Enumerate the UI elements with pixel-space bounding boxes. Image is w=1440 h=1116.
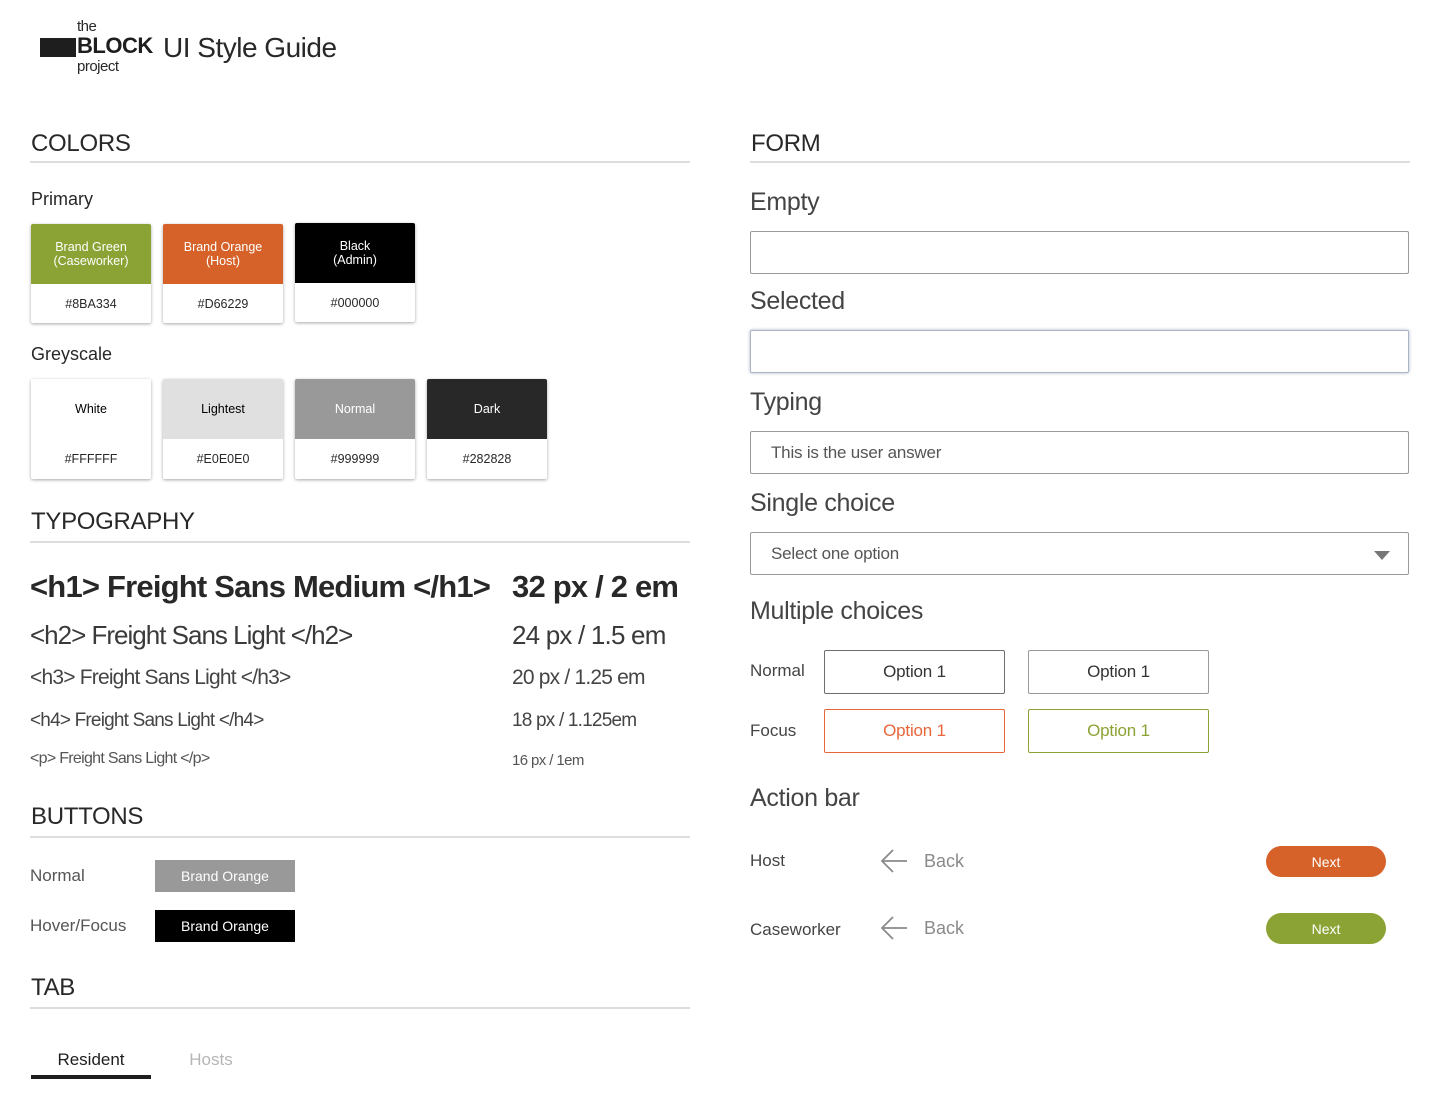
color-card-brand-orange: Brand Orange (Host) #D66229 [163, 224, 283, 323]
typo-h4-size: 18 px / 1.125em [512, 710, 637, 731]
color-swatch: Black (Admin) [295, 223, 415, 283]
colors-heading: COLORS [31, 130, 131, 157]
color-code: #999999 [330, 452, 380, 466]
typo-p-size: 16 px / 1em [512, 752, 584, 769]
typo-h3-sample: <h3> Freight Sans Light </h3> [30, 666, 291, 689]
normal-row-label: Normal [750, 661, 805, 680]
color-swatch: Brand Orange (Host) [163, 224, 283, 284]
typo-h2-size: 24 px / 1.5 em [512, 620, 666, 650]
typo-h4-sample: <h4> Freight Sans Light </h4> [30, 710, 264, 731]
color-code: #D66229 [197, 296, 249, 311]
typing-label: Typing [750, 388, 822, 416]
form-heading: FORM [751, 130, 821, 157]
color-swatch: Dark [427, 379, 547, 439]
host-next-button[interactable]: Next [1266, 846, 1386, 877]
typo-p-sample: <p> Freight Sans Light </p> [30, 750, 210, 767]
caseworker-next-button[interactable]: Next [1266, 913, 1386, 944]
single-choice-placeholder: Select one option [771, 544, 899, 563]
color-swatch: White [31, 379, 151, 439]
color-card-white: White #FFFFFF [31, 379, 151, 479]
button-hover-label: Hover/Focus [30, 916, 127, 935]
multiple-choices-label: Multiple choices [750, 597, 924, 625]
logo-bar [40, 38, 76, 57]
color-code: #E0E0E0 [196, 452, 250, 466]
back-label: Back [924, 850, 965, 871]
typing-input-value: This is the user answer [771, 443, 942, 462]
color-card-black: Black (Admin) #000000 [295, 223, 415, 322]
colors-divider [30, 161, 690, 163]
tab-resident[interactable]: Resident [31, 1050, 151, 1070]
typography-heading: TYPOGRAPHY [31, 508, 195, 535]
selected-label: Selected [750, 287, 845, 315]
logo-block: BLOCK [77, 33, 153, 58]
color-swatch: Brand Green (Caseworker) [31, 224, 151, 284]
tab-divider [30, 1007, 690, 1009]
chevron-down-icon [1374, 551, 1390, 560]
empty-input[interactable] [750, 231, 1409, 274]
color-code: #8BA334 [65, 296, 117, 311]
color-card-normal: Normal #999999 [295, 379, 415, 479]
primary-heading: Primary [31, 189, 93, 209]
color-card-lightest: Lightest #E0E0E0 [163, 379, 283, 479]
buttons-heading: BUTTONS [31, 803, 144, 830]
color-swatch: Normal [295, 379, 415, 439]
logo: the BLOCK project [40, 18, 153, 78]
option-normal-1[interactable]: Option 1 [824, 650, 1005, 694]
typing-input[interactable]: This is the user answer [750, 431, 1409, 474]
host-label: Host [750, 851, 785, 870]
page-title: UI Style Guide [163, 32, 337, 63]
color-code: #000000 [330, 295, 380, 310]
option-focus-green[interactable]: Option 1 [1028, 709, 1209, 753]
tab-heading: TAB [31, 974, 75, 1001]
brand-orange-button-hover[interactable]: Brand Orange [155, 910, 295, 942]
single-choice-select[interactable]: Select one option [750, 532, 1409, 575]
arrow-left-icon [880, 849, 907, 873]
caseworker-label: Caseworker [750, 920, 841, 939]
option-normal-2[interactable]: Option 1 [1028, 650, 1209, 694]
caseworker-back-button[interactable]: Back [880, 915, 964, 941]
typography-divider [30, 541, 690, 543]
greyscale-heading: Greyscale [31, 344, 113, 364]
typo-h3-size: 20 px / 1.25 em [512, 666, 646, 689]
tab-hosts[interactable]: Hosts [151, 1050, 271, 1070]
focus-row-label: Focus [750, 721, 797, 740]
typo-h1-sample: <h1> Freight Sans Medium </h1> [30, 569, 491, 604]
color-card-brand-green: Brand Green (Caseworker) #8BA334 [31, 224, 151, 323]
typo-h1-size: 32 px / 2 em [512, 569, 679, 604]
brand-orange-button-normal[interactable]: Brand Orange [155, 860, 295, 892]
color-code: #FFFFFF [64, 452, 118, 466]
single-choice-label: Single choice [750, 489, 895, 517]
typo-h2-sample: <h2> Freight Sans Light </h2> [30, 620, 353, 650]
empty-label: Empty [750, 188, 820, 216]
color-card-dark: Dark #282828 [427, 379, 547, 479]
option-focus-orange[interactable]: Option 1 [824, 709, 1005, 753]
tab-active-indicator [31, 1075, 151, 1079]
logo-project: project [77, 58, 119, 75]
selected-input[interactable] [750, 330, 1409, 373]
button-normal-label: Normal [30, 866, 85, 885]
action-bar-label: Action bar [750, 784, 860, 812]
color-swatch: Lightest [163, 379, 283, 439]
arrow-left-icon [880, 916, 907, 940]
back-label: Back [924, 917, 965, 938]
host-back-button[interactable]: Back [880, 848, 964, 874]
color-code: #282828 [462, 452, 512, 466]
buttons-divider [30, 836, 690, 838]
form-divider [750, 161, 1410, 163]
